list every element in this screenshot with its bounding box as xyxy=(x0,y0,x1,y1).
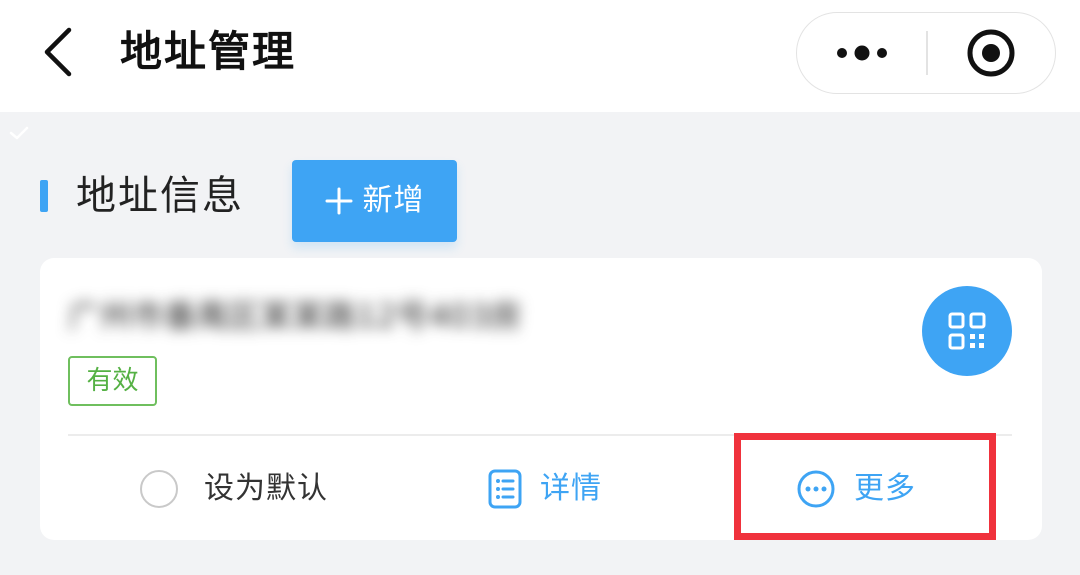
add-button-label: 新增 xyxy=(362,183,425,218)
chevron-left-icon xyxy=(44,27,72,77)
back-button[interactable] xyxy=(28,22,88,82)
capsule-close-button[interactable] xyxy=(928,13,1054,92)
status-badge: 有效 xyxy=(68,356,157,406)
more-label: 更多 xyxy=(854,471,916,506)
plus-icon xyxy=(325,187,352,215)
details-label: 详情 xyxy=(540,471,602,506)
list-document-icon xyxy=(488,469,522,509)
set-default-label: 设为默认 xyxy=(204,471,328,506)
add-address-button[interactable]: 新增 xyxy=(292,160,457,242)
qr-code-button[interactable] xyxy=(922,286,1012,376)
card-divider xyxy=(68,434,1012,436)
check-icon xyxy=(9,126,29,140)
details-action[interactable]: 详情 xyxy=(488,464,602,514)
more-dots-icon xyxy=(836,45,887,60)
capsule-more-button[interactable] xyxy=(797,13,926,92)
section-title: 地址信息 xyxy=(76,173,244,219)
default-radio[interactable] xyxy=(140,470,178,508)
more-circle-icon xyxy=(797,470,835,508)
mini-program-capsule xyxy=(796,12,1056,94)
target-close-icon xyxy=(967,29,1015,76)
section-accent-bar xyxy=(40,180,48,212)
nav-header: 地址管理 xyxy=(0,0,1080,112)
more-action[interactable]: 更多 xyxy=(796,464,916,514)
set-default-action[interactable]: 设为默认 xyxy=(140,464,328,514)
qr-code-icon xyxy=(948,312,986,350)
page-title: 地址管理 xyxy=(120,27,297,76)
address-card: 广州市番禺区某某路12号403房 有效 设为默认 详情 更多 xyxy=(40,258,1042,540)
address-text: 广州市番禺区某某路12号403房 xyxy=(68,297,522,335)
